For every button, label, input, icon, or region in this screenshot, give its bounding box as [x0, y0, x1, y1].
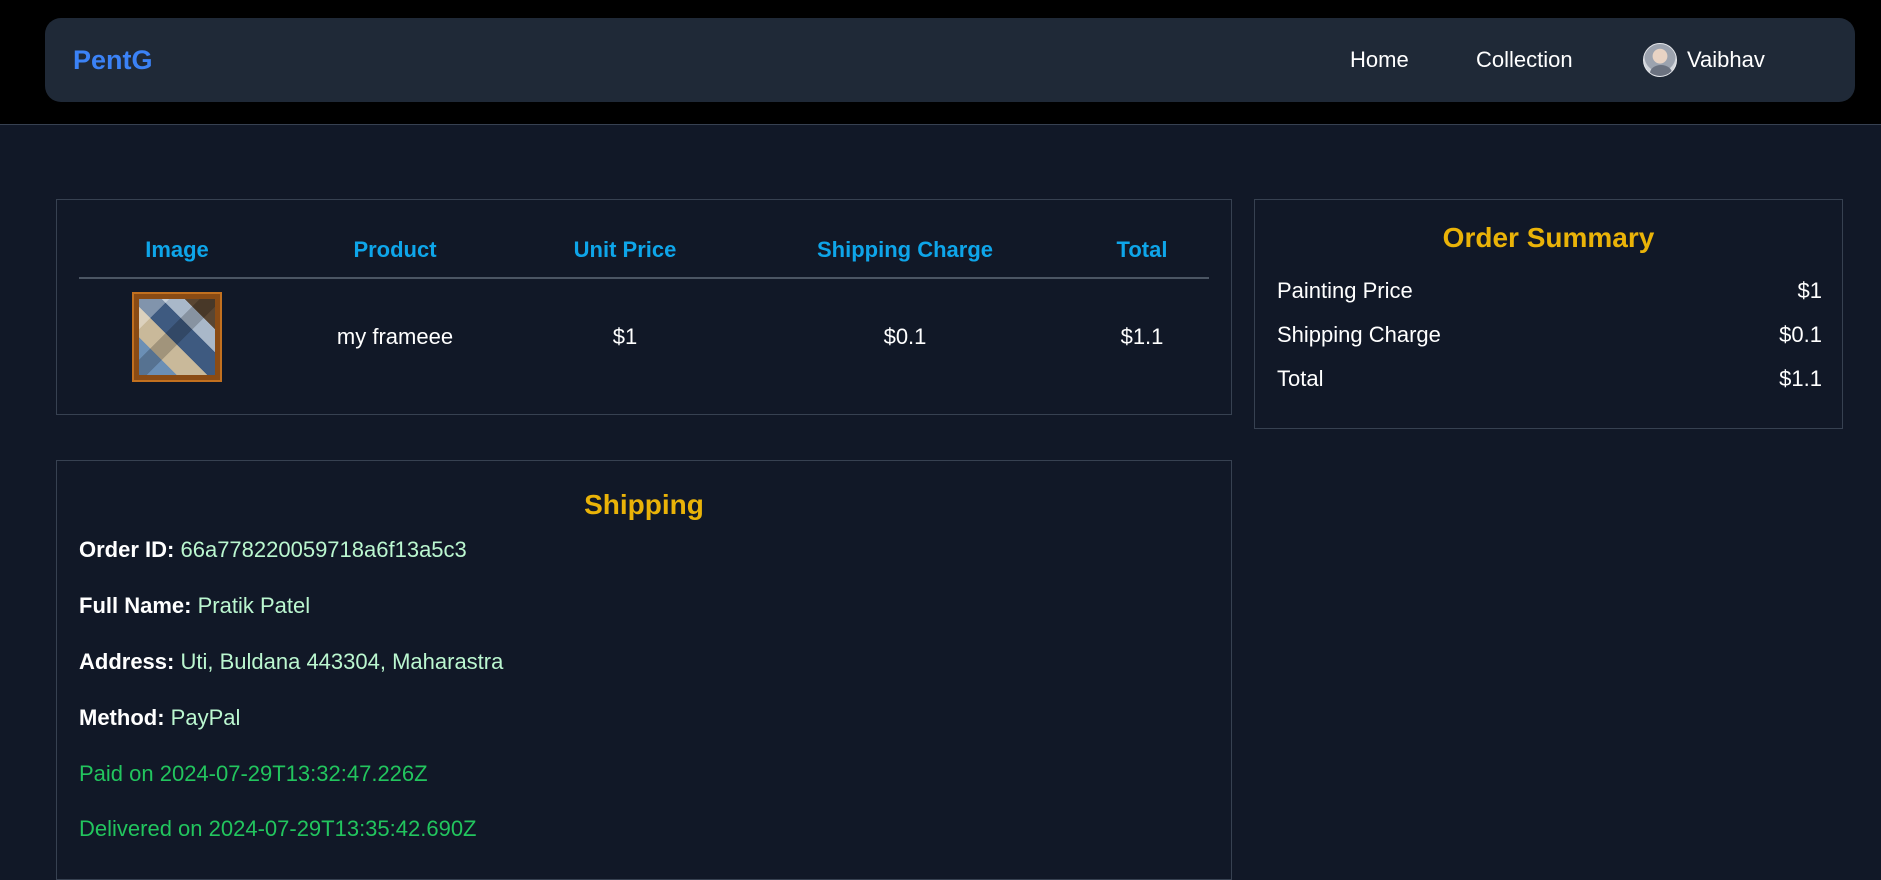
full-name-value: Pratik Patel: [197, 593, 311, 618]
order-id-value: 66a778220059718a6f13a5c3: [180, 537, 467, 562]
summary-value: $1: [1797, 278, 1822, 303]
header-unit-price: Unit Price: [515, 222, 735, 279]
method-value: PayPal: [170, 705, 241, 730]
cell-unit-price: $1: [612, 323, 638, 349]
cell-total: $1.1: [1120, 323, 1164, 349]
paid-status: Paid on 2024-07-29T13:32:47.226Z: [79, 761, 428, 786]
header-image: Image: [79, 222, 275, 279]
order-id-label: Order ID:: [79, 537, 175, 562]
cell-image: [79, 278, 275, 394]
header-product: Product: [275, 222, 515, 279]
summary-label: Shipping Charge: [1277, 322, 1441, 347]
delivered-status: Delivered on 2024-07-29T13:35:42.690Z: [79, 816, 477, 841]
nav-home-link[interactable]: Home: [1350, 18, 1409, 102]
address-value: Uti, Buldana 443304, Maharastra: [180, 649, 504, 674]
summary-row-total: Total $1.1: [1277, 366, 1822, 392]
summary-label: Painting Price: [1277, 278, 1413, 303]
avatar: [1643, 43, 1677, 77]
user-menu[interactable]: Vaibhav: [1643, 42, 1765, 78]
order-summary-title: Order Summary: [1442, 222, 1655, 253]
shipping-title: Shipping: [584, 489, 704, 520]
table-row: my frameee $1 $0.1 $1.1: [79, 278, 1209, 394]
summary-value: $0.1: [1779, 322, 1822, 347]
order-items-table: Image Product Unit Price Shipping Charge…: [79, 222, 1209, 394]
method-line: Method: PayPal: [79, 705, 240, 731]
header-total: Total: [1075, 222, 1209, 279]
full-name-line: Full Name: Pratik Patel: [79, 593, 310, 619]
address-label: Address:: [79, 649, 175, 674]
summary-label: Total: [1277, 366, 1324, 391]
summary-row-painting-price: Painting Price $1: [1277, 278, 1822, 304]
method-label: Method:: [79, 705, 165, 730]
summary-value: $1.1: [1779, 366, 1822, 391]
nav-collection-link[interactable]: Collection: [1476, 18, 1573, 102]
summary-row-shipping: Shipping Charge $0.1: [1277, 322, 1822, 348]
order-items-panel: Image Product Unit Price Shipping Charge…: [56, 199, 1232, 415]
table-header-row: Image Product Unit Price Shipping Charge…: [79, 222, 1209, 279]
user-name: Vaibhav: [1687, 47, 1765, 72]
product-thumbnail[interactable]: [132, 291, 222, 382]
navbar: PentG Home Collection Vaibhav: [45, 18, 1855, 102]
top-bar: PentG Home Collection Vaibhav: [0, 0, 1881, 125]
cell-product[interactable]: my frameee: [275, 278, 515, 394]
full-name-label: Full Name:: [79, 593, 192, 618]
cell-shipping-charge: $0.1: [883, 323, 927, 349]
header-shipping-charge: Shipping Charge: [735, 222, 1075, 279]
order-id-line: Order ID: 66a778220059718a6f13a5c3: [79, 537, 467, 563]
brand-logo[interactable]: PentG: [73, 18, 153, 102]
shipping-panel: Shipping Order ID: 66a778220059718a6f13a…: [56, 460, 1232, 880]
address-line: Address: Uti, Buldana 443304, Maharastra: [79, 649, 503, 675]
order-summary-panel: Order Summary Painting Price $1 Shipping…: [1254, 199, 1843, 429]
